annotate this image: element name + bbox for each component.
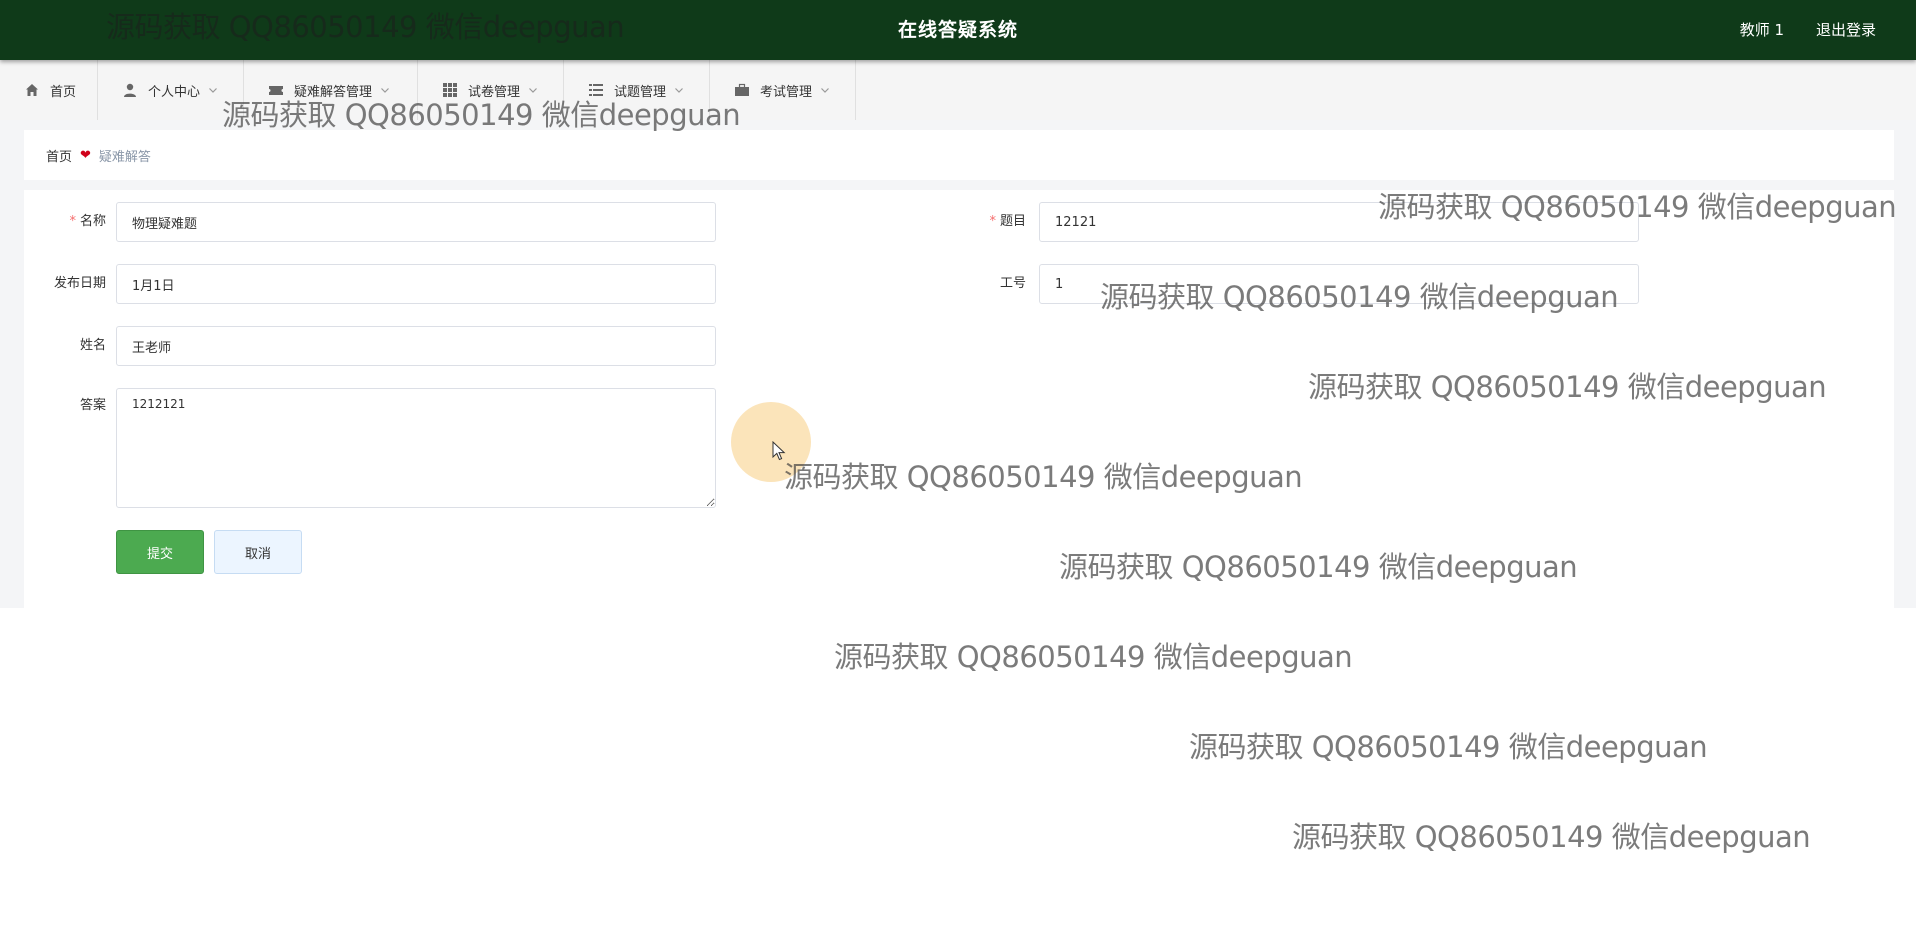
list-icon [589, 84, 603, 96]
watermark: 源码获取 QQ86050149 微信deepguan [1189, 730, 1708, 764]
question-label: * 题目 [924, 202, 1026, 242]
chevron-down-icon [381, 88, 389, 93]
nav-item-label: 考试管理 [760, 84, 813, 100]
nav-item-label: 试卷管理 [468, 84, 521, 100]
nav-item-question-management[interactable]: 试题管理 [564, 60, 710, 120]
nav-item-qa-management[interactable]: 疑难解答管理 [244, 60, 418, 120]
nav-item-paper-management[interactable]: 试卷管理 [418, 60, 564, 120]
chevron-down-icon [529, 88, 537, 93]
nav-item-label: 个人中心 [148, 84, 201, 100]
nav-item-label: 试题管理 [614, 84, 667, 100]
mouse-cursor-icon [772, 441, 786, 461]
breadcrumb-current: 疑难解答 [98, 149, 151, 165]
question-input[interactable] [1039, 202, 1639, 242]
answer-label: 答案 [79, 398, 106, 413]
answer-textarea[interactable]: 1212121 [116, 388, 716, 508]
nav-item-label: 首页 [50, 84, 77, 100]
briefcase-icon [735, 83, 749, 96]
grid-icon [443, 83, 457, 97]
watermark: 源码获取 QQ86050149 微信deepguan [834, 640, 1353, 674]
current-user[interactable]: 教师 1 [1740, 0, 1784, 60]
cursor-highlight [731, 402, 811, 482]
main-nav: 首页 个人中心 疑难解答管理 试卷管理 试题管理 考试管理 [0, 60, 1916, 120]
name-input[interactable] [116, 202, 716, 242]
home-icon [26, 84, 38, 96]
nav-item-exam-management[interactable]: 考试管理 [710, 60, 856, 120]
ticket-icon [269, 86, 283, 95]
jobno-input[interactable] [1039, 264, 1639, 304]
teacher-label: 姓名 [79, 338, 106, 353]
nav-item-personal-center[interactable]: 个人中心 [98, 60, 244, 120]
breadcrumb: 首页 ❤ 疑难解答 [24, 130, 1894, 180]
date-label: 发布日期 [53, 276, 106, 291]
nav-item-label: 疑难解答管理 [294, 84, 373, 100]
teacher-input[interactable] [116, 326, 716, 366]
heart-icon: ❤ [80, 147, 91, 163]
jobno-label: 工号 [999, 276, 1026, 291]
top-header: 在线答疑系统 教师 1 退出登录 [0, 0, 1916, 60]
chevron-down-icon [675, 88, 683, 93]
chevron-down-icon [821, 88, 829, 93]
required-mark: * [69, 214, 76, 229]
required-mark: * [989, 214, 996, 229]
breadcrumb-home[interactable]: 首页 [46, 146, 72, 165]
name-label: * 名称 [24, 202, 106, 242]
watermark: 源码获取 QQ86050149 微信deepguan [1292, 820, 1811, 854]
date-input[interactable] [116, 264, 716, 304]
submit-button[interactable]: 提交 [116, 530, 204, 574]
nav-item-home[interactable]: 首页 [0, 60, 98, 120]
logout-link[interactable]: 退出登录 [1816, 0, 1876, 60]
user-icon [124, 83, 136, 97]
cancel-button[interactable]: 取消 [214, 530, 302, 574]
qa-form: *名称 *题目 发布日期 工号 姓名 答案 1212121 提交 取消 [24, 190, 1894, 608]
name-label-text: 名称 [79, 214, 106, 229]
app-title: 在线答疑系统 [897, 19, 1018, 41]
question-label-text: 题目 [999, 214, 1026, 229]
chevron-down-icon [209, 88, 217, 93]
